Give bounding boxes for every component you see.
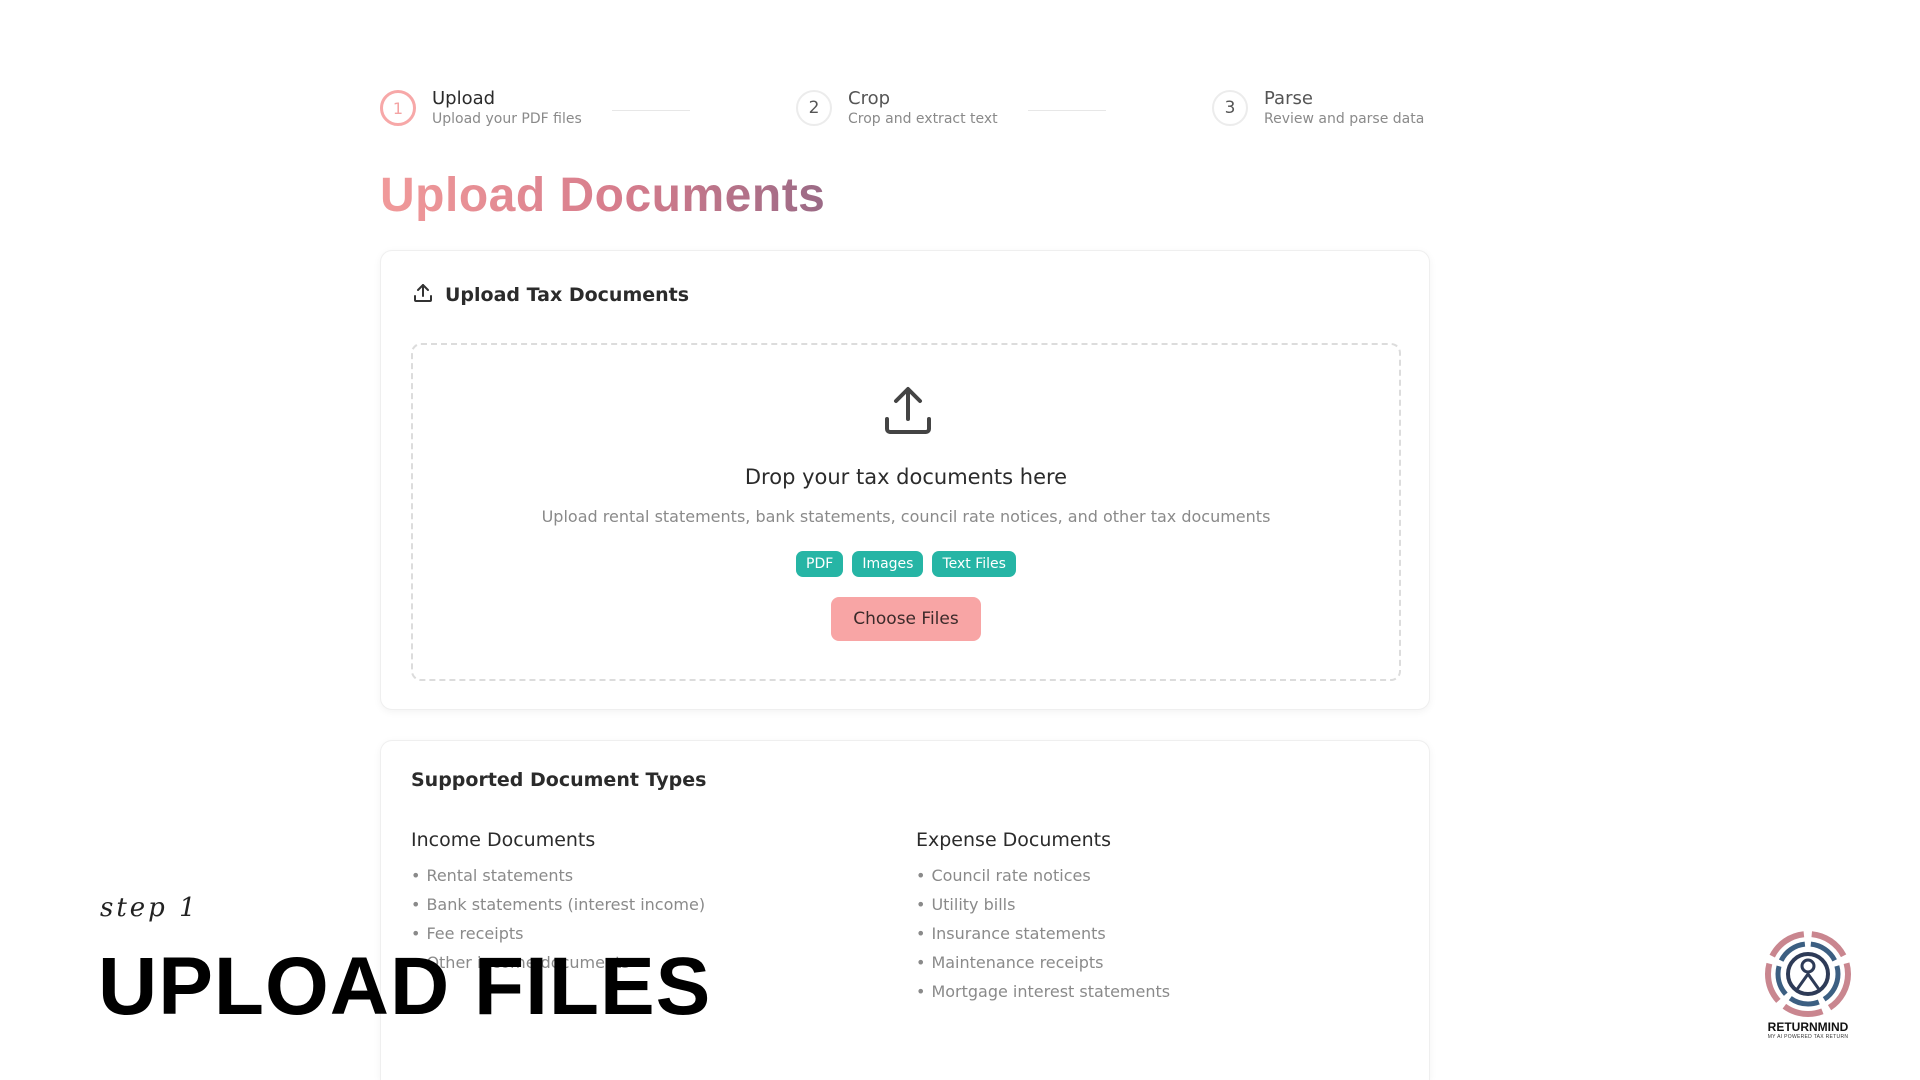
step-title: Crop xyxy=(848,88,891,109)
badge-pdf: PDF xyxy=(796,551,844,577)
step-connector xyxy=(1028,110,1106,111)
step-crop[interactable]: 2 Crop Crop and extract text xyxy=(796,88,998,128)
upload-card: Upload Tax Documents Drop your tax docum… xyxy=(380,250,1430,710)
step-number: 2 xyxy=(796,90,832,126)
dropzone-title: Drop your tax documents here xyxy=(744,465,1068,489)
logo-name: RETURNMIND xyxy=(1767,1020,1849,1034)
list-item: Mortgage interest statements xyxy=(916,977,1170,1006)
stepper: 1 Upload Upload your PDF files 2 Crop Cr… xyxy=(380,88,1425,144)
expense-documents: Expense Documents Council rate notices U… xyxy=(916,829,1170,1006)
choose-files-button[interactable]: Choose Files xyxy=(831,597,981,641)
page-title: Upload Documents xyxy=(380,169,826,222)
step-number: 3 xyxy=(1212,90,1248,126)
logo-mark-icon xyxy=(1765,931,1851,1017)
card-header: Upload Tax Documents xyxy=(411,281,689,309)
card-title: Upload Tax Documents xyxy=(445,284,690,306)
badge-text-files: Text Files xyxy=(932,551,1016,577)
upload-icon xyxy=(411,281,435,309)
list-item: Council rate notices xyxy=(916,861,1170,890)
step-title: Upload xyxy=(432,88,496,109)
upload-tray-icon xyxy=(883,385,933,437)
step-connector xyxy=(612,110,690,111)
expense-title: Expense Documents xyxy=(916,829,1112,851)
step-parse[interactable]: 3 Parse Review and parse data xyxy=(1212,88,1424,128)
caption-title: UPLOAD FILES xyxy=(98,941,712,1032)
step-upload[interactable]: 1 Upload Upload your PDF files xyxy=(380,88,582,128)
step-subtitle: Review and parse data xyxy=(1264,111,1425,127)
logo-tagline: MY AI POWERED TAX RETURN xyxy=(1767,1034,1849,1040)
step-number: 1 xyxy=(380,90,416,126)
supported-title: Supported Document Types xyxy=(411,769,707,791)
income-title: Income Documents xyxy=(411,829,596,851)
list-item: Bank statements (interest income) xyxy=(411,890,705,919)
file-type-badges: PDF Images Text Files xyxy=(413,551,1399,577)
step-subtitle: Crop and extract text xyxy=(848,111,998,127)
badge-images: Images xyxy=(852,551,924,577)
list-item: Rental statements xyxy=(411,861,705,890)
dropzone-subtitle: Upload rental statements, bank statement… xyxy=(541,507,1271,526)
step-title: Parse xyxy=(1264,88,1313,109)
list-item: Maintenance receipts xyxy=(916,948,1170,977)
step-subtitle: Upload your PDF files xyxy=(432,111,582,127)
dropzone[interactable]: Drop your tax documents here Upload rent… xyxy=(411,343,1401,681)
returnmind-logo: RETURNMIND MY AI POWERED TAX RETURN xyxy=(1758,930,1858,1040)
caption-step: step 1 xyxy=(100,893,199,923)
list-item: Utility bills xyxy=(916,890,1170,919)
list-item: Insurance statements xyxy=(916,919,1170,948)
